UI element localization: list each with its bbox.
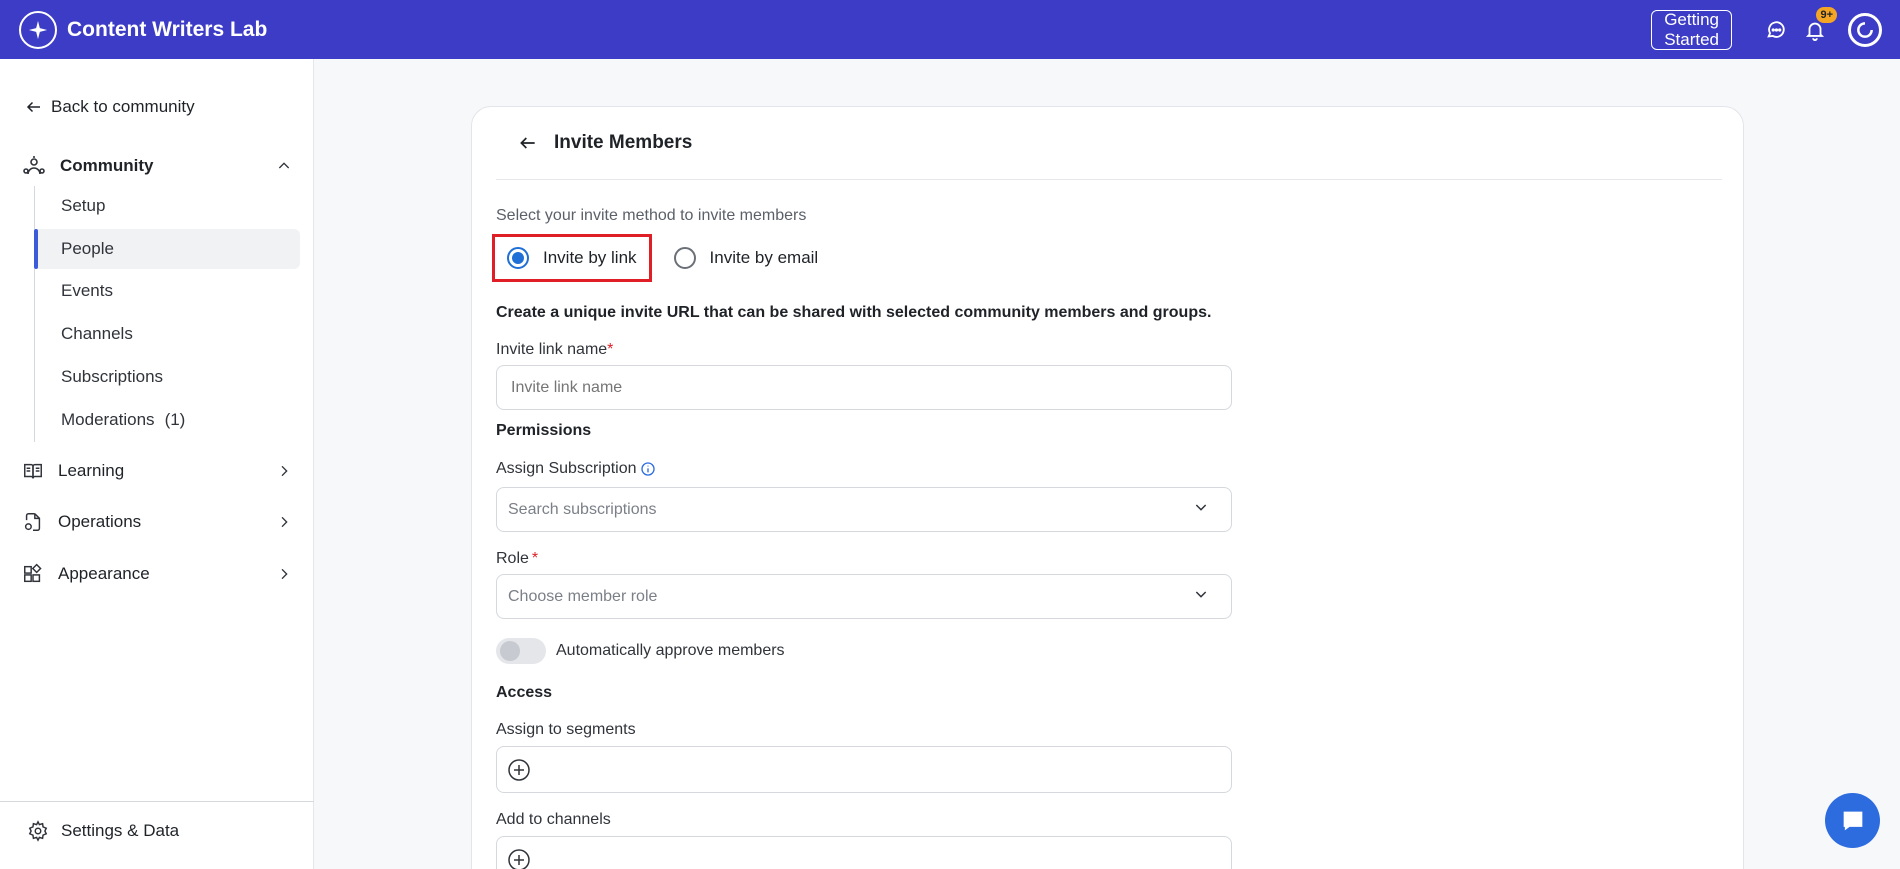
chat-icon: [1843, 811, 1862, 830]
chevron-right-icon[interactable]: [274, 564, 294, 584]
community-icon: [23, 156, 45, 175]
chevron-down-icon: [1193, 586, 1209, 607]
card-header: Invite Members: [496, 107, 1722, 180]
invite-link-name-input[interactable]: [496, 365, 1232, 410]
moderations-count: (1): [164, 410, 186, 429]
sidebar-item-setup[interactable]: Setup: [34, 186, 300, 226]
info-icon[interactable]: [640, 461, 656, 477]
page-title: Invite Members: [554, 132, 693, 153]
add-channels-field[interactable]: [496, 836, 1232, 869]
search-subscriptions-select[interactable]: Search subscriptions: [496, 487, 1232, 532]
plus-circle-icon[interactable]: [507, 758, 531, 782]
sparkle-icon: [19, 10, 57, 49]
assign-segments-field[interactable]: [496, 746, 1232, 793]
invite-method-radio-group: Invite by link Invite by email: [492, 234, 830, 282]
getting-started-button[interactable]: Getting Started: [1651, 9, 1732, 50]
chevron-down-icon: [1193, 499, 1209, 520]
invite-by-email-option[interactable]: Invite by email: [662, 234, 831, 282]
auto-approve-row: Automatically approve members: [496, 638, 785, 664]
sidebar-section-operations[interactable]: Operations: [22, 507, 294, 537]
arrow-left-icon[interactable]: [514, 129, 542, 157]
chat-bubble-icon[interactable]: [1762, 16, 1790, 44]
sidebar: Back to community Community Setup People…: [0, 59, 314, 869]
sidebar-item-channels[interactable]: Channels: [34, 314, 300, 354]
auto-approve-toggle[interactable]: [496, 638, 546, 664]
radio-invite-by-email[interactable]: [673, 247, 696, 269]
invite-description: Create a unique invite URL that can be s…: [496, 304, 1212, 321]
document-gear-icon: [24, 513, 41, 531]
notification-badge: 9+: [1816, 6, 1837, 23]
invite-link-name-label: Invite link name*: [496, 341, 614, 358]
invite-method-label: Select your invite method to invite memb…: [496, 207, 807, 224]
invite-by-link-option[interactable]: Invite by link: [492, 234, 652, 282]
sidebar-section-appearance[interactable]: Appearance: [22, 559, 294, 589]
access-title: Access: [496, 684, 553, 701]
bell-icon[interactable]: 9+: [1801, 6, 1837, 44]
chat-support-button[interactable]: [1825, 793, 1880, 848]
sidebar-item-events[interactable]: Events: [34, 271, 300, 311]
brand-name: Content Writers Lab: [67, 17, 268, 41]
assign-subscription-label: Assign Subscription: [496, 460, 656, 478]
add-channels-label: Add to channels: [496, 811, 611, 828]
sidebar-item-subscriptions[interactable]: Subscriptions: [34, 357, 300, 397]
invite-members-card: Invite Members Select your invite method…: [471, 106, 1744, 869]
plus-circle-icon[interactable]: [507, 848, 531, 869]
gear-icon: [28, 820, 48, 842]
avatar[interactable]: [1848, 12, 1882, 47]
radio-invite-by-link[interactable]: [507, 247, 529, 269]
assign-segments-label: Assign to segments: [496, 721, 636, 738]
role-label: Role *: [496, 550, 539, 567]
chevron-right-icon[interactable]: [274, 461, 294, 481]
top-bar: Content Writers Lab Getting Started 9+: [0, 0, 1900, 59]
brand[interactable]: Content Writers Lab: [19, 10, 268, 49]
chevron-right-icon[interactable]: [274, 512, 294, 532]
sidebar-footer: Settings & Data: [0, 801, 314, 869]
settings-and-data-link[interactable]: Settings & Data: [27, 820, 179, 842]
chevron-up-icon[interactable]: [274, 156, 294, 176]
widgets-icon: [24, 563, 42, 583]
back-to-community-link[interactable]: Back to community: [25, 97, 195, 117]
sidebar-section-community[interactable]: Community: [22, 151, 294, 181]
member-role-select[interactable]: Choose member role: [496, 574, 1232, 619]
sidebar-item-moderations[interactable]: Moderations (1): [34, 400, 300, 440]
permissions-title: Permissions: [496, 422, 592, 439]
book-icon: [24, 463, 42, 479]
sidebar-section-learning[interactable]: Learning: [22, 456, 294, 486]
arrow-left-icon: [26, 101, 40, 113]
sidebar-item-people[interactable]: People: [34, 229, 300, 269]
